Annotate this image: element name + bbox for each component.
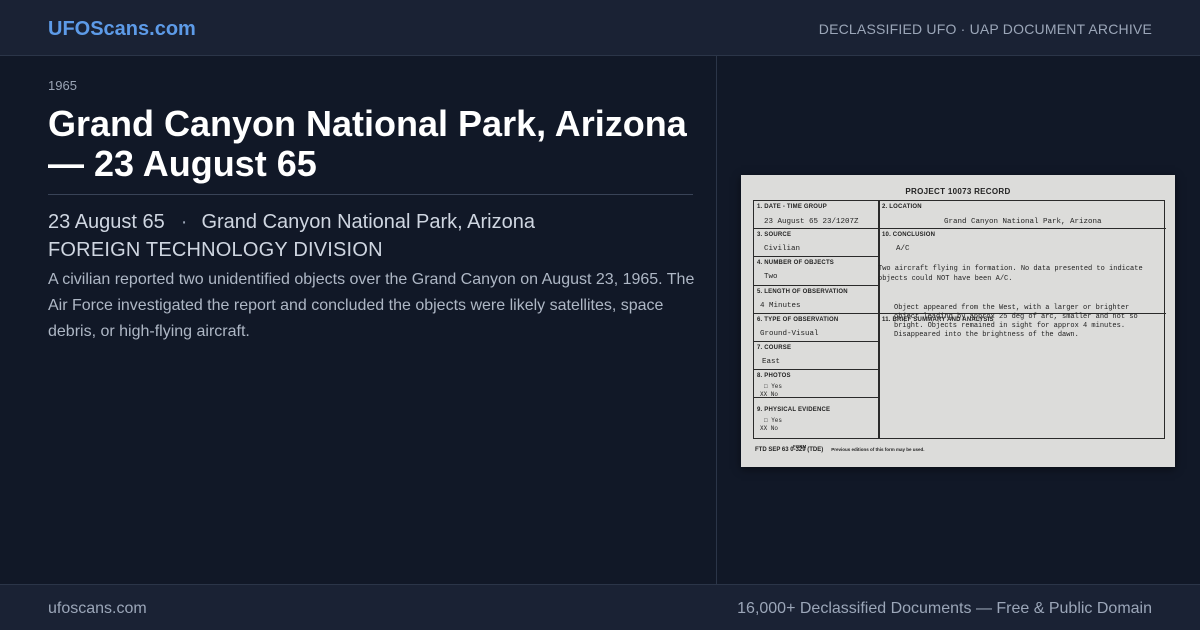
footer-stats: 16,000+ Declassified Documents — Free & … xyxy=(737,600,1152,617)
case-agency: FOREIGN TECHNOLOGY DIVISION xyxy=(48,239,383,261)
field-date-label: 1. DATE - TIME GROUP xyxy=(757,204,827,210)
photos-yes-option: □ Yes xyxy=(764,383,783,390)
form-footer: FTD SEP 63 0-329 (TDE) Previous editions … xyxy=(755,447,925,453)
field-photos-label: 8. PHOTOS xyxy=(757,373,791,379)
field-objects-value: Two xyxy=(764,273,778,281)
field-observation-type-value: Ground-Visual xyxy=(760,330,819,338)
field-location-label: 2. LOCATION xyxy=(882,204,922,210)
case-location: Grand Canyon National Park, Arizona xyxy=(201,211,535,233)
field-objects-label: 4. NUMBER OF OBJECTS xyxy=(757,260,835,266)
document-heading: PROJECT 10073 RECORD xyxy=(905,187,1011,196)
footer-site-link[interactable]: ufoscans.com xyxy=(48,600,147,618)
field-source-value: Civilian xyxy=(764,245,801,253)
meta-separator: · xyxy=(180,211,188,233)
case-meta: 23 August 65 · Grand Canyon National Park,… xyxy=(48,211,535,234)
field-conclusion-value: A/C xyxy=(896,245,910,253)
photos-no-option: XX No xyxy=(760,391,779,398)
field-course-label: 7. COURSE xyxy=(757,345,792,351)
summary-line-1: Object appeared from the West, with a la… xyxy=(894,304,1130,312)
form-number: FTD SEP 63 0-329 (TDE) xyxy=(755,447,824,453)
form-rule xyxy=(754,256,878,257)
form-rule xyxy=(754,369,878,370)
document-scan-image[interactable]: PROJECT 10073 RECORD 1. DATE - TIME GROU… xyxy=(741,175,1175,467)
field-source-label: 3. SOURCE xyxy=(757,232,792,238)
form-rule xyxy=(754,341,878,342)
form-note: Previous editions of this form may be us… xyxy=(831,447,925,452)
field-length-value: 4 Minutes xyxy=(760,302,801,310)
evidence-no-option: XX No xyxy=(760,425,779,432)
conclusion-note-1: Two aircraft flying in formation. No dat… xyxy=(878,265,1143,273)
field-course-value: East xyxy=(762,358,781,366)
case-summary: A civilian reported two unidentified obj… xyxy=(48,271,695,340)
field-evidence-label: 9. PHYSICAL EVIDENCE xyxy=(757,407,831,413)
case-date: 23 August 65 xyxy=(48,211,165,233)
field-location-value: Grand Canyon National Park, Arizona xyxy=(944,218,1102,226)
site-logo-link[interactable]: UFOScans.com xyxy=(48,18,196,41)
conclusion-note-2: objects could NOT have been A/C. xyxy=(878,275,1013,283)
column-divider xyxy=(716,56,717,584)
summary-line-3: bright. Objects remained in sight for ap… xyxy=(894,322,1126,330)
field-date-value: 23 August 65 23/1207Z xyxy=(764,218,859,226)
form-rule xyxy=(754,285,878,286)
footer-bar: ufoscans.com 16,000+ Declassified Docume… xyxy=(0,584,1200,630)
title-divider xyxy=(48,194,693,195)
field-length-label: 5. LENGTH OF OBSERVATION xyxy=(757,289,848,295)
form-column-divider xyxy=(878,201,880,438)
form-rule xyxy=(754,228,1166,229)
field-conclusion-label: 10. CONCLUSION xyxy=(882,232,936,238)
summary-line-4: Disappeared into the brightness of the d… xyxy=(894,331,1079,339)
field-observation-type-label: 6. TYPE OF OBSERVATION xyxy=(757,317,839,323)
evidence-yes-option: □ Yes xyxy=(764,417,783,424)
document-form-frame: 1. DATE - TIME GROUP 23 August 65 23/120… xyxy=(753,200,1166,439)
case-year: 1965 xyxy=(48,78,77,93)
page-title: Grand Canyon National Park, Arizona — 23… xyxy=(48,103,687,184)
site-tagline: DECLASSIFIED UFO · UAP DOCUMENT ARCHIVE xyxy=(818,21,1152,37)
top-bar: UFOScans.com DECLASSIFIED UFO · UAP DOCU… xyxy=(0,0,1200,56)
summary-line-2: object leading by approx 25 deg of arc, … xyxy=(894,313,1138,321)
